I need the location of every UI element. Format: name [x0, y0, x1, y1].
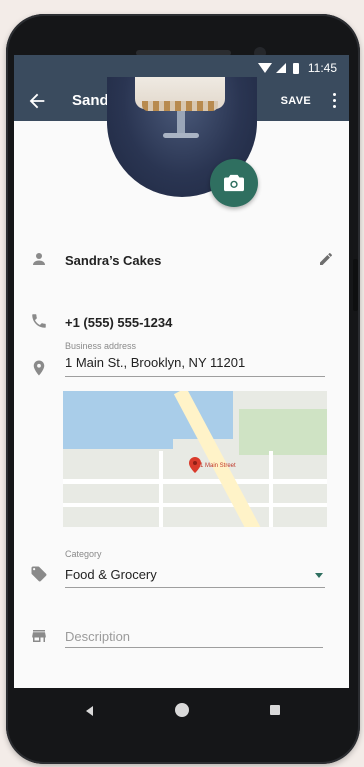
phone-screen: 11:45 Sandra’s Cakes SAVE Sandra’	[14, 55, 349, 688]
description-input[interactable]	[65, 625, 323, 648]
nav-home-icon[interactable]	[175, 703, 189, 717]
phone-number[interactable]: +1 (555) 555-1234	[65, 315, 172, 330]
business-name[interactable]: Sandra’s Cakes	[65, 253, 161, 268]
person-icon	[33, 253, 45, 265]
cake-drip	[142, 101, 218, 111]
power-button	[353, 259, 358, 311]
status-time: 11:45	[307, 61, 337, 75]
map-road	[159, 451, 163, 527]
location-pin-icon	[33, 360, 45, 376]
tag-icon	[31, 566, 47, 582]
map-road	[269, 451, 273, 527]
arrow-back-icon[interactable]	[26, 90, 48, 112]
wifi-icon	[257, 63, 272, 73]
address-underline	[65, 376, 325, 377]
map-marker-label: 1 Main Street	[200, 463, 236, 469]
save-button[interactable]: SAVE	[281, 95, 311, 107]
location-map[interactable]: 1 Main Street	[63, 391, 327, 527]
battery-icon	[292, 62, 299, 74]
phone-icon	[32, 314, 46, 328]
dropdown-arrow-icon[interactable]	[315, 573, 323, 578]
category-underline	[65, 587, 325, 588]
storefront-icon	[32, 630, 46, 642]
pencil-icon[interactable]	[318, 251, 334, 267]
change-photo-button[interactable]	[210, 159, 258, 207]
map-park	[239, 409, 327, 455]
more-vert-icon[interactable]	[333, 93, 337, 109]
map-road	[63, 503, 327, 507]
signal-icon	[275, 63, 286, 73]
camera-icon	[224, 174, 244, 192]
nav-recents-icon[interactable]	[270, 705, 280, 715]
category-dropdown[interactable]: Food & Grocery	[65, 567, 157, 582]
android-nav-bar	[14, 688, 349, 736]
cake-stand	[177, 111, 185, 135]
address-field[interactable]: 1 Main St., Brooklyn, NY 11201	[65, 355, 245, 370]
edit-profile-form: Sandra’s Cakes +1 (555) 555-1234 Busines…	[14, 77, 349, 688]
nav-back-icon[interactable]	[86, 706, 93, 716]
address-label: Business address	[65, 341, 137, 351]
map-road	[63, 479, 327, 484]
category-label: Category	[65, 549, 102, 559]
map-water	[63, 429, 173, 449]
cake-stand-base	[163, 133, 199, 138]
